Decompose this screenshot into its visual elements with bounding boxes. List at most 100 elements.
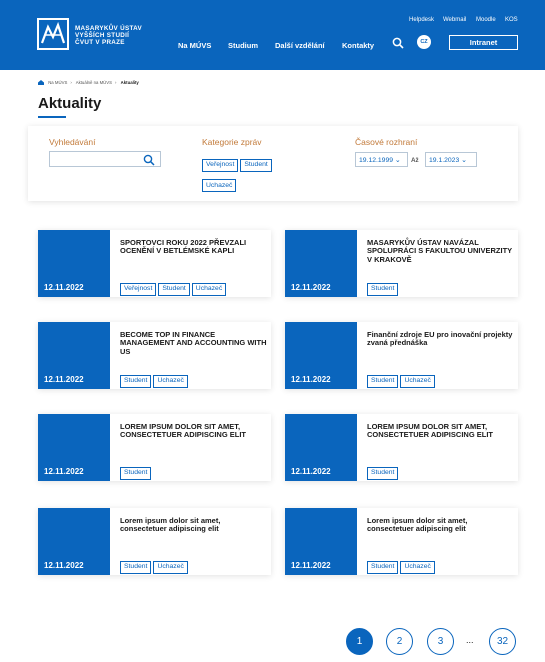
- intranet-button[interactable]: Intranet: [449, 35, 518, 50]
- news-tag[interactable]: Uchazeč: [191, 282, 227, 296]
- logo-line: ČVUT V PRAZE: [75, 39, 125, 47]
- news-card[interactable]: 12.11.2022 MASARYKŮV ÚSTAV NAVÁZAL SPOLU…: [285, 230, 518, 297]
- date-from-select[interactable]: 19.12.1999 ⌄: [355, 152, 408, 167]
- news-image: 12.11.2022: [285, 322, 357, 389]
- news-date: 12.11.2022: [291, 283, 331, 292]
- news-tags: Student: [367, 461, 400, 480]
- category-tag-uchazec[interactable]: Uchazeč: [202, 179, 237, 192]
- news-card[interactable]: 12.11.2022 Lorem ipsum dolor sit amet, c…: [285, 508, 518, 575]
- news-image: 12.11.2022: [285, 414, 357, 481]
- breadcrumb-item[interactable]: Na MÚVS: [48, 80, 67, 85]
- filter-panel: Vyhledávání Kategorie zpráv Veřejnost Stu…: [28, 126, 518, 201]
- logo-text[interactable]: MASARYKŮV ÚSTAV VYŠŠÍCH STUDIÍ ČVUT V PR…: [75, 25, 142, 47]
- page-title: Aktuality: [38, 95, 102, 112]
- page-button-32[interactable]: 32: [489, 628, 516, 655]
- date-separator: Až: [411, 157, 419, 164]
- news-title[interactable]: Lorem ipsum dolor sit amet, consectetuer…: [120, 516, 268, 534]
- news-image: 12.11.2022: [38, 322, 110, 389]
- category-tags: Veřejnost Student Uchazeč: [202, 153, 292, 194]
- news-title[interactable]: BECOME TOP IN FINANCE MANAGEMENT AND ACC…: [120, 330, 268, 356]
- news-image: 12.11.2022: [38, 230, 110, 297]
- date-from-value: 19.12.1999: [359, 157, 394, 164]
- news-image: 12.11.2022: [38, 508, 110, 575]
- news-tags: Student Uchazeč: [120, 369, 190, 388]
- category-tag-verejnost[interactable]: Veřejnost: [202, 158, 239, 172]
- language-switch[interactable]: CZ: [417, 35, 431, 49]
- news-tag[interactable]: Uchazeč: [153, 374, 188, 388]
- breadcrumb-item[interactable]: Aktuálně na MÚVS: [76, 80, 112, 85]
- news-tags: Student Uchazeč: [120, 555, 190, 574]
- news-tags: Student: [120, 461, 153, 480]
- nav-item-dalsi-vzdelani[interactable]: Další vzdělání: [275, 41, 325, 50]
- chevron-down-icon: ⌄: [461, 157, 467, 164]
- breadcrumb-current: Aktuality: [120, 80, 139, 86]
- news-date: 12.11.2022: [291, 375, 331, 384]
- news-card[interactable]: 12.11.2022 Finanční zdroje EU pro inovač…: [285, 322, 518, 389]
- search-label: Vyhledávání: [49, 137, 96, 147]
- site-header: MASARYKŮV ÚSTAV VYŠŠÍCH STUDIÍ ČVUT V PR…: [0, 0, 545, 70]
- page-button-1[interactable]: 1: [346, 628, 373, 655]
- helpdesk-link[interactable]: Helpdesk: [409, 17, 434, 23]
- category-tag-student[interactable]: Student: [240, 158, 272, 172]
- news-title[interactable]: LOREM IPSUM DOLOR SIT AMET, CONSECTETUER…: [120, 422, 268, 440]
- news-date: 12.11.2022: [44, 467, 84, 476]
- news-date: 12.11.2022: [44, 283, 84, 292]
- news-tag[interactable]: Student: [367, 374, 399, 388]
- news-card[interactable]: 12.11.2022 Lorem ipsum dolor sit amet, c…: [38, 508, 271, 575]
- news-card[interactable]: 12.11.2022 SPORTOVCI ROKU 2022 PŘEVZALI …: [38, 230, 271, 297]
- moodle-link[interactable]: Moodle: [476, 17, 496, 23]
- news-date: 12.11.2022: [291, 561, 331, 570]
- news-tag[interactable]: Uchazeč: [400, 374, 435, 388]
- news-tag[interactable]: Student: [120, 560, 152, 574]
- search-icon[interactable]: [392, 36, 404, 54]
- news-card[interactable]: 12.11.2022 BECOME TOP IN FINANCE MANAGEM…: [38, 322, 271, 389]
- kos-link[interactable]: KOS: [505, 17, 518, 23]
- date-to-value: 19.1.2023: [429, 157, 460, 164]
- news-title[interactable]: SPORTOVCI ROKU 2022 PŘEVZALI OCENĚNÍ V B…: [120, 238, 268, 256]
- breadcrumb: Na MÚVS › Aktuálně na MÚVS › Aktuality: [38, 80, 142, 86]
- news-title[interactable]: Lorem ipsum dolor sit amet, consectetuer…: [367, 516, 515, 534]
- search-icon[interactable]: [143, 153, 155, 171]
- home-icon[interactable]: [38, 80, 44, 86]
- news-tag[interactable]: Veřejnost: [120, 282, 157, 296]
- nav-item-kontakty[interactable]: Kontakty: [342, 41, 374, 50]
- logo-icon[interactable]: [37, 18, 69, 50]
- date-to-select[interactable]: 19.1.2023 ⌄: [425, 152, 477, 167]
- breadcrumb-separator: ›: [115, 80, 117, 86]
- page-button-3[interactable]: 3: [427, 628, 454, 655]
- pagination-ellipsis: ...: [466, 635, 474, 645]
- news-tag[interactable]: Student: [367, 560, 399, 574]
- news-tags: Student Uchazeč: [367, 555, 437, 574]
- news-title[interactable]: LOREM IPSUM DOLOR SIT AMET, CONSECTETUER…: [367, 422, 515, 440]
- news-image: 12.11.2022: [38, 414, 110, 481]
- news-date: 12.11.2022: [44, 561, 84, 570]
- breadcrumb-separator: ›: [70, 80, 72, 86]
- page-button-2[interactable]: 2: [386, 628, 413, 655]
- nav-item-studium[interactable]: Studium: [228, 41, 258, 50]
- nav-item-na-muvs[interactable]: Na MÚVS: [178, 41, 211, 50]
- news-tag[interactable]: Student: [158, 282, 190, 296]
- news-tag[interactable]: Student: [367, 282, 399, 296]
- news-tags: Student: [367, 277, 400, 296]
- news-date: 12.11.2022: [44, 375, 84, 384]
- news-card[interactable]: 12.11.2022 LOREM IPSUM DOLOR SIT AMET, C…: [285, 414, 518, 481]
- news-tag[interactable]: Student: [367, 466, 399, 480]
- news-tag[interactable]: Student: [120, 374, 152, 388]
- news-tags: Veřejnost Student Uchazeč: [120, 277, 228, 296]
- category-label: Kategorie zpráv: [202, 137, 262, 147]
- news-tags: Student Uchazeč: [367, 369, 437, 388]
- chevron-down-icon: ⌄: [394, 157, 401, 164]
- news-tag[interactable]: Uchazeč: [400, 560, 435, 574]
- news-tag[interactable]: Uchazeč: [153, 560, 188, 574]
- webmail-link[interactable]: Webmail: [443, 17, 466, 23]
- news-image: 12.11.2022: [285, 508, 357, 575]
- news-title[interactable]: Finanční zdroje EU pro inovační projekty…: [367, 330, 515, 348]
- news-image: 12.11.2022: [285, 230, 357, 297]
- news-title[interactable]: MASARYKŮV ÚSTAV NAVÁZAL SPOLUPRÁCI S FAK…: [367, 238, 515, 264]
- title-underline: [38, 116, 66, 118]
- news-date: 12.11.2022: [291, 467, 331, 476]
- search-input[interactable]: [49, 151, 161, 167]
- time-range-label: Časové rozhraní: [355, 137, 418, 147]
- news-card[interactable]: 12.11.2022 LOREM IPSUM DOLOR SIT AMET, C…: [38, 414, 271, 481]
- news-tag[interactable]: Student: [120, 466, 152, 480]
